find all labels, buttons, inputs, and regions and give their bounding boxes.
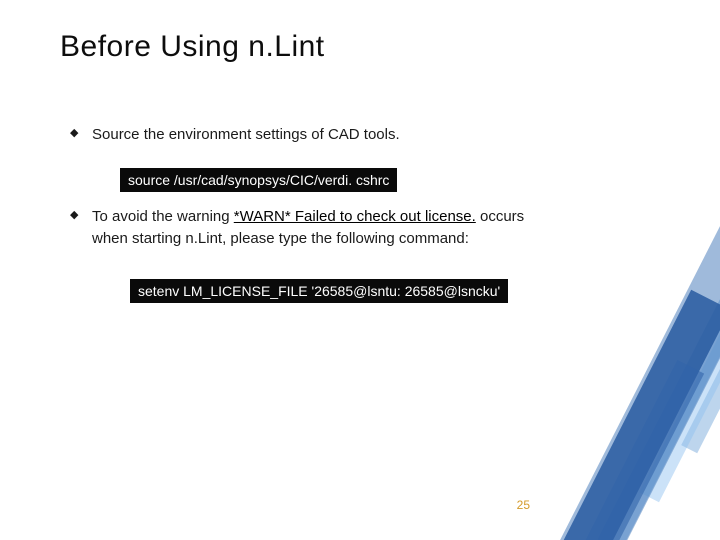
slide: Before Using n.Lint Source the environme… <box>0 0 720 540</box>
code-box-setenv: setenv LM_LICENSE_FILE '26585@lsntu: 265… <box>130 279 508 303</box>
bullet-text-pre: To avoid the warning <box>92 208 234 225</box>
code-box-source: source /usr/cad/synopsys/CIC/verdi. cshr… <box>120 168 397 192</box>
slide-title: Before Using n.Lint <box>60 30 670 64</box>
warning-text: *WARN* Failed to check out license. <box>234 208 476 225</box>
bullet-list: To avoid the warning *WARN* Failed to ch… <box>70 206 670 250</box>
bullet-item: To avoid the warning *WARN* Failed to ch… <box>70 206 552 250</box>
page-number: 25 <box>517 498 530 512</box>
bullet-list: Source the environment settings of CAD t… <box>70 124 670 146</box>
decorative-bands <box>420 0 720 540</box>
bullet-item: Source the environment settings of CAD t… <box>70 124 552 146</box>
bullet-text: Source the environment settings of CAD t… <box>92 126 400 143</box>
